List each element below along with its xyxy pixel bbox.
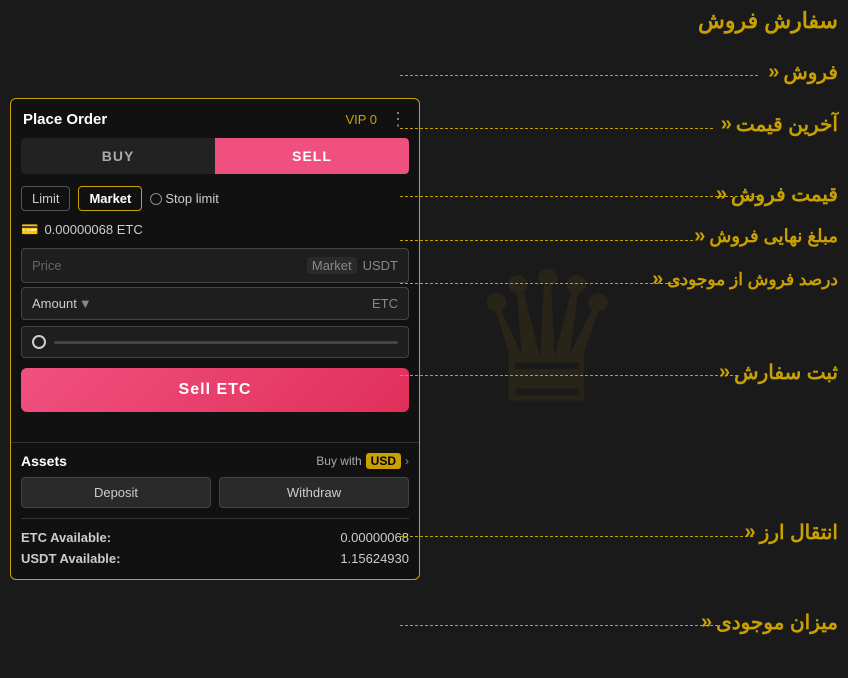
transfer-arrow: » [745,521,756,544]
header-right: VIP 0 ⋮ [345,109,407,130]
dashed-line-market [400,128,713,129]
sell-etc-button[interactable]: Sell ETC [21,368,409,412]
deposit-button[interactable]: Deposit [21,477,211,508]
menu-dots-icon[interactable]: ⋮ [389,109,407,130]
limit-button[interactable]: Limit [21,186,70,211]
slider-container [21,326,409,358]
sell-order-text: سفارش فروش [698,8,838,34]
last-price-arrow: » [721,113,732,136]
etc-available-value: 0.00000068 [340,530,409,545]
annotation-submit-order: » ثبت سفارش [719,360,838,385]
assets-section: Assets Buy with USD › Deposit Withdraw E… [11,442,419,579]
market-button[interactable]: Market [78,186,142,211]
annotation-sell-price: » قیمت فروش [716,182,838,207]
usdt-available-row: USDT Available: 1.15624930 [21,548,409,569]
balance-row: 💳 0.00000068 ETC [11,217,419,244]
dashed-line-slider [400,283,683,284]
available-section: ETC Available: 0.00000068 USDT Available… [21,518,409,579]
slider-row [21,326,409,358]
stop-limit-label: Stop limit [165,191,218,206]
price-currency: USDT [363,258,398,273]
annotation-last-price: » آخرین قیمت [721,112,838,137]
amount-dropdown-icon[interactable]: ▼ [79,296,92,311]
price-field: Market USDT [21,248,409,283]
annotation-sell-amount: » مبلغ نهایی فروش [694,225,838,248]
amount-field: Amount ▼ ETC [21,287,409,320]
submit-order-arrow: » [719,361,730,384]
etc-available-label: ETC Available: [21,530,111,545]
annotation-sell: » فروش [768,60,838,85]
annotation-balance: » میزان موجودی [701,610,838,635]
annotation-sell-order: سفارش فروش [698,8,838,34]
buy-with-label: Buy with [316,454,361,468]
buy-with-row: Buy with USD › [316,453,409,469]
dashed-line-sell-btn [400,375,738,376]
dashed-line-amount [400,240,693,241]
sell-button-row: Sell ETC [21,368,409,412]
sell-tab[interactable]: SELL [215,138,409,174]
spacer [11,422,419,442]
slider-thumb[interactable] [32,335,46,349]
assets-header: Assets Buy with USD › [21,453,409,469]
sell-arrow: » [768,61,779,84]
sell-price-arrow: » [716,183,727,206]
annotation-sell-percent: » درصد فروش از موجودی [652,268,838,291]
panel-title: Place Order [23,111,107,128]
sell-price-text: قیمت فروش [731,182,838,207]
submit-order-text: ثبت سفارش [734,360,838,385]
balance-text: میزان موجودی [716,610,838,635]
usdt-available-label: USDT Available: [21,551,120,566]
buy-tab[interactable]: BUY [21,138,215,174]
balance-arrow: » [701,611,712,634]
dashed-line-price [400,196,758,197]
transfer-text: انتقال ارز [760,520,838,545]
vip-label: VIP 0 [345,112,377,127]
panel-header: Place Order VIP 0 ⋮ [11,99,419,138]
stop-limit-option[interactable]: Stop limit [150,191,218,206]
buy-sell-tabs: BUY SELL [21,138,409,174]
dashed-line-balance [400,625,718,626]
withdraw-button[interactable]: Withdraw [219,477,409,508]
buy-with-currency[interactable]: USD [366,453,401,469]
amount-label: Amount ▼ [32,296,92,311]
buy-with-chevron[interactable]: › [405,454,409,468]
etc-available-row: ETC Available: 0.00000068 [21,527,409,548]
amount-input-row: Amount ▼ ETC [21,287,409,320]
dashed-line-transfer [400,536,753,537]
amount-input[interactable] [92,296,366,311]
deposit-withdraw-row: Deposit Withdraw [21,477,409,508]
price-input-row: Market USDT [21,248,409,283]
order-type-row: Limit Market Stop limit [11,182,419,217]
stop-limit-radio [150,193,162,205]
balance-value: 0.00000068 ETC [44,222,142,237]
assets-title: Assets [21,453,67,469]
watermark-crown: ♛ [467,235,628,444]
last-price-text: آخرین قیمت [736,112,838,137]
dashed-line-sell [400,75,758,76]
amount-currency: ETC [372,296,398,311]
sell-amount-arrow: » [694,225,705,248]
price-input[interactable] [32,258,303,273]
usdt-available-value: 1.15624930 [340,551,409,566]
sell-percent-text: درصد فروش از موجودی [667,270,838,290]
annotation-transfer: » انتقال ارز [745,520,838,545]
sell-label-text: فروش [783,60,838,85]
sell-amount-text: مبلغ نهایی فروش [709,226,838,247]
sell-percent-arrow: » [652,268,663,291]
slider-track[interactable] [54,341,398,344]
place-order-panel: Place Order VIP 0 ⋮ BUY SELL Limit Marke… [10,98,420,580]
market-suffix: Market [307,257,357,274]
card-icon: 💳 [21,221,38,238]
